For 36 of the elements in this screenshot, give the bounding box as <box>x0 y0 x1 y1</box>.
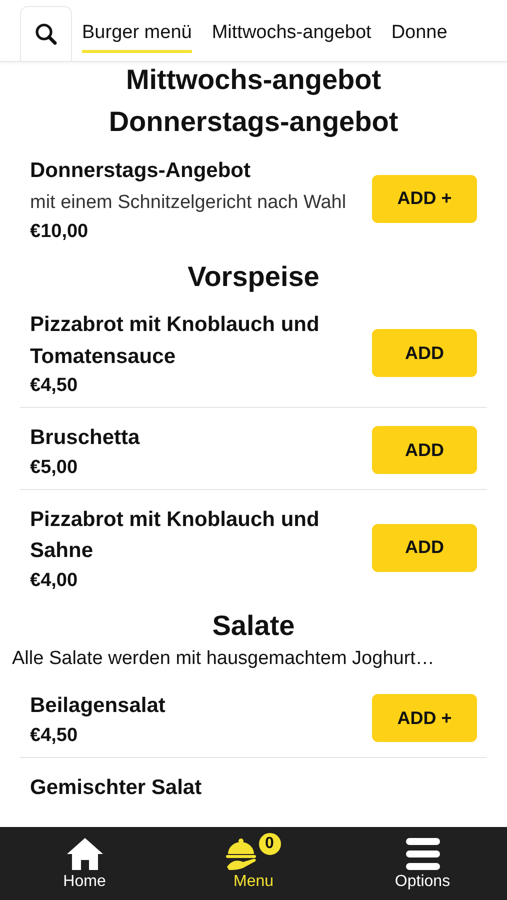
nav-item[interactable]: Options <box>362 827 482 900</box>
item-price: €4,50 <box>30 375 79 398</box>
nav-item[interactable]: Home <box>24 827 144 900</box>
nav-label: Menu <box>233 872 274 890</box>
section-heading: Vorspeise <box>186 260 320 294</box>
item-name: Bruschetta <box>30 425 141 452</box>
item-name: Pizzabrot mit Knoblauch und Sahne <box>30 506 320 564</box>
item-price: €5,00 <box>30 456 79 479</box>
item-price: €4,00 <box>30 570 79 592</box>
category-tab[interactable]: Donne <box>391 22 448 53</box>
item-price: €4,50 <box>30 724 79 747</box>
menu-icon <box>404 836 440 870</box>
add-button[interactable]: ADD <box>372 329 477 378</box>
section-heading: Mittwochs-angebot <box>124 63 382 97</box>
category-tab[interactable]: Burger menü <box>82 22 192 53</box>
add-button[interactable]: ADD + <box>372 174 477 223</box>
house-icon <box>66 836 104 870</box>
item-description: mit einem Schnitzelgericht nach Wahl <box>30 191 348 216</box>
section-heading: Donnerstags-angebot <box>108 105 400 140</box>
search-icon <box>34 22 58 46</box>
item-name: Donnerstags-Angebot <box>30 158 252 184</box>
category-tab[interactable]: Mittwochs-angebot <box>212 22 372 53</box>
add-button[interactable]: ADD <box>372 524 477 572</box>
section-note: Alle Salate werden mit hausgemachtem Joghurt… <box>12 648 436 670</box>
section-heading: Salate <box>211 608 296 643</box>
add-button[interactable]: ADD <box>372 426 477 474</box>
nav-item[interactable]: 0 Menu <box>194 827 314 900</box>
item-name: Gemischter Salat <box>30 774 203 801</box>
item-name: Beilagensalat <box>30 693 166 720</box>
nav-label: Home <box>63 872 106 890</box>
nav-label: Options <box>394 872 450 890</box>
search-button[interactable] <box>20 6 72 61</box>
item-price: €10,00 <box>30 220 90 243</box>
item-name: Pizzabrot mit Knoblauch und Tomatensauce <box>30 312 320 370</box>
add-button[interactable]: ADD + <box>372 694 477 742</box>
count-badge: 0 <box>256 830 282 856</box>
